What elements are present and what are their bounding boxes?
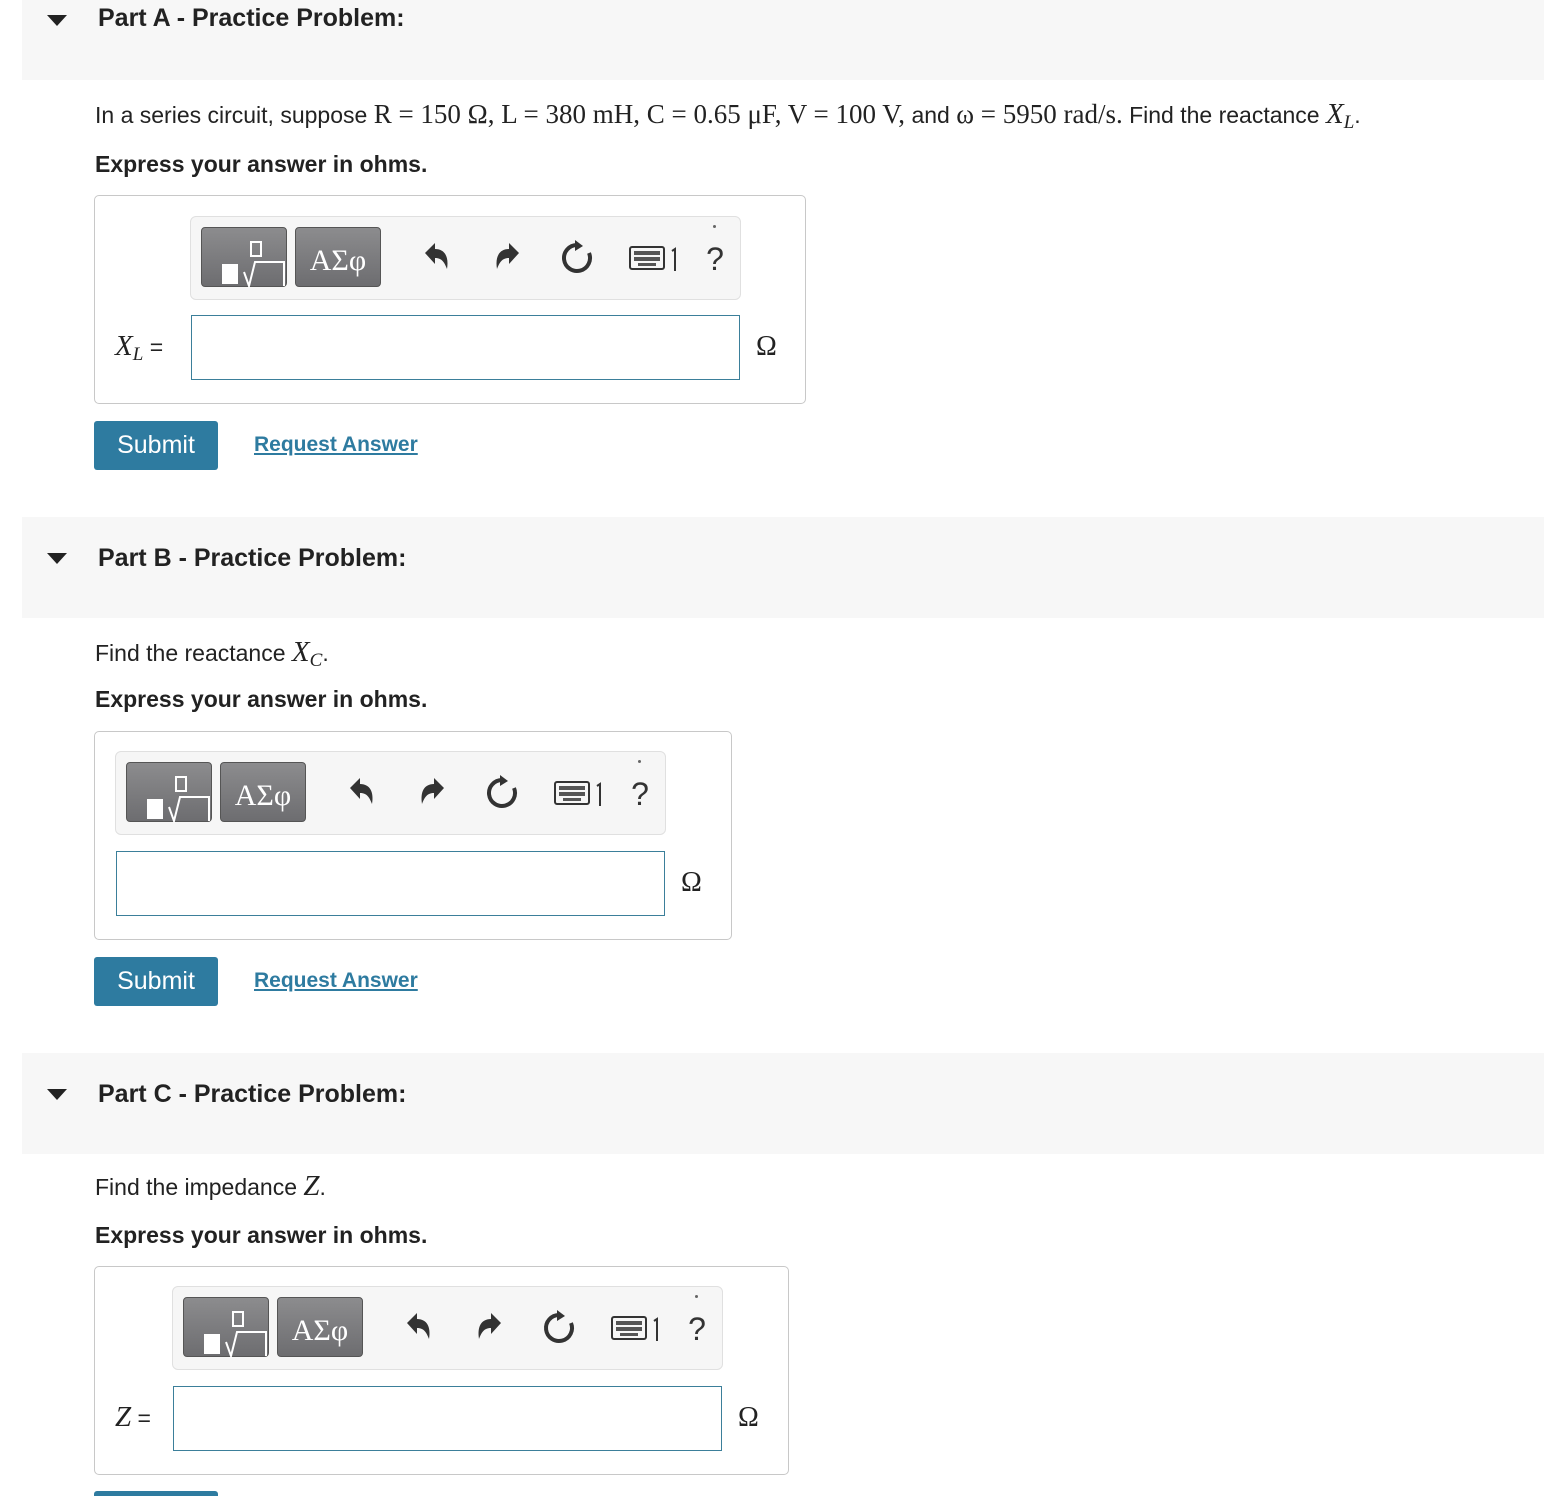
part-c-title: Part C - Practice Problem: bbox=[98, 1080, 407, 1108]
help-icon: ? bbox=[631, 776, 649, 812]
templates-button[interactable] bbox=[201, 227, 287, 288]
redo-button[interactable] bbox=[469, 1309, 513, 1349]
part-b-express-instructions: Express your answer in ohms. bbox=[95, 686, 428, 712]
part-b-answer-box: ΑΣφ ? Ω bbox=[94, 731, 732, 940]
z-label: Z = bbox=[115, 1401, 151, 1433]
math-toolbar: ΑΣφ ? bbox=[115, 751, 666, 835]
redo-icon bbox=[496, 243, 519, 269]
part-a-header[interactable]: Part A - Practice Problem: bbox=[22, 0, 1544, 80]
help-icon: ? bbox=[688, 1311, 706, 1347]
angular-frequency: ω = 5950 rad/s. bbox=[956, 99, 1123, 129]
keyboard-icon bbox=[554, 781, 601, 806]
caret-down-icon[interactable] bbox=[47, 1089, 67, 1100]
math-templates-icon bbox=[204, 1311, 267, 1358]
keyboard-button[interactable] bbox=[609, 1309, 665, 1349]
part-c-submit-button-edge[interactable] bbox=[94, 1491, 218, 1496]
keyboard-button[interactable] bbox=[552, 774, 608, 814]
given-values: R = 150 Ω, L = 380 mH, C = 0.65 μF, V = … bbox=[373, 99, 906, 129]
math-toolbar: ΑΣφ ? bbox=[190, 216, 741, 300]
toolbar-indicator bbox=[695, 1295, 698, 1298]
undo-button[interactable] bbox=[338, 774, 382, 814]
math-templates-icon bbox=[222, 241, 285, 288]
part-b-problem-text: Find the reactance XC. bbox=[95, 636, 329, 671]
math-toolbar: ΑΣφ ? bbox=[172, 1286, 723, 1370]
keyboard-icon bbox=[611, 1316, 658, 1341]
undo-button[interactable] bbox=[395, 1309, 439, 1349]
z-answer-input[interactable] bbox=[173, 1386, 722, 1451]
part-c-header[interactable]: Part C - Practice Problem: bbox=[22, 1053, 1544, 1154]
xl-label: XL = bbox=[115, 330, 164, 365]
help-button[interactable]: ? bbox=[675, 1309, 719, 1349]
keyboard-icon bbox=[629, 246, 676, 271]
undo-icon bbox=[407, 1313, 430, 1339]
part-b-title: Part B - Practice Problem: bbox=[98, 544, 407, 572]
undo-button[interactable] bbox=[413, 239, 457, 279]
part-a-answer-box: ΑΣφ ? XL = Ω bbox=[94, 195, 806, 404]
greek-symbols-button[interactable]: ΑΣφ bbox=[220, 762, 306, 822]
reset-button[interactable] bbox=[555, 239, 599, 279]
redo-icon bbox=[421, 778, 444, 804]
redo-button[interactable] bbox=[487, 239, 531, 279]
redo-button[interactable] bbox=[412, 774, 456, 814]
part-a-request-answer-link[interactable]: Request Answer bbox=[254, 433, 418, 457]
keyboard-button[interactable] bbox=[627, 239, 683, 279]
undo-icon bbox=[425, 243, 448, 269]
part-a-submit-button[interactable]: Submit bbox=[94, 421, 218, 470]
xc-answer-input[interactable] bbox=[116, 851, 665, 916]
templates-button[interactable] bbox=[126, 762, 212, 823]
reset-button[interactable] bbox=[537, 1309, 581, 1349]
part-c-answer-box: ΑΣφ ? Z = Ω bbox=[94, 1266, 789, 1475]
reset-icon bbox=[544, 1310, 574, 1343]
reset-icon bbox=[487, 775, 517, 808]
help-button[interactable]: ? bbox=[618, 774, 662, 814]
caret-down-icon[interactable] bbox=[47, 553, 67, 564]
toolbar-indicator bbox=[638, 760, 641, 763]
help-button[interactable]: ? bbox=[693, 239, 737, 279]
xl-answer-input[interactable] bbox=[191, 315, 740, 380]
ohm-unit: Ω bbox=[681, 867, 702, 898]
redo-icon bbox=[478, 1313, 501, 1339]
help-icon: ? bbox=[706, 241, 724, 277]
greek-symbols-button[interactable]: ΑΣφ bbox=[277, 1297, 363, 1357]
part-a-title: Part A - Practice Problem: bbox=[98, 4, 405, 32]
ohm-unit: Ω bbox=[756, 331, 777, 362]
part-b-submit-button[interactable]: Submit bbox=[94, 957, 218, 1006]
part-c-express-instructions: Express your answer in ohms. bbox=[95, 1222, 428, 1248]
part-a-problem-text: In a series circuit, suppose R = 150 Ω, … bbox=[95, 98, 1361, 133]
caret-down-icon[interactable] bbox=[47, 15, 67, 26]
greek-symbols-button[interactable]: ΑΣφ bbox=[295, 227, 381, 287]
reset-icon bbox=[562, 240, 592, 273]
templates-button[interactable] bbox=[183, 1297, 269, 1358]
undo-icon bbox=[350, 778, 373, 804]
part-b-header[interactable]: Part B - Practice Problem: bbox=[22, 517, 1544, 618]
toolbar-indicator bbox=[713, 225, 716, 228]
part-a-express-instructions: Express your answer in ohms. bbox=[95, 151, 428, 177]
ohm-unit: Ω bbox=[738, 1402, 759, 1433]
part-c-problem-text: Find the impedance Z. bbox=[95, 1170, 326, 1202]
part-b-request-answer-link[interactable]: Request Answer bbox=[254, 969, 418, 993]
reset-button[interactable] bbox=[480, 774, 524, 814]
math-templates-icon bbox=[147, 776, 210, 823]
